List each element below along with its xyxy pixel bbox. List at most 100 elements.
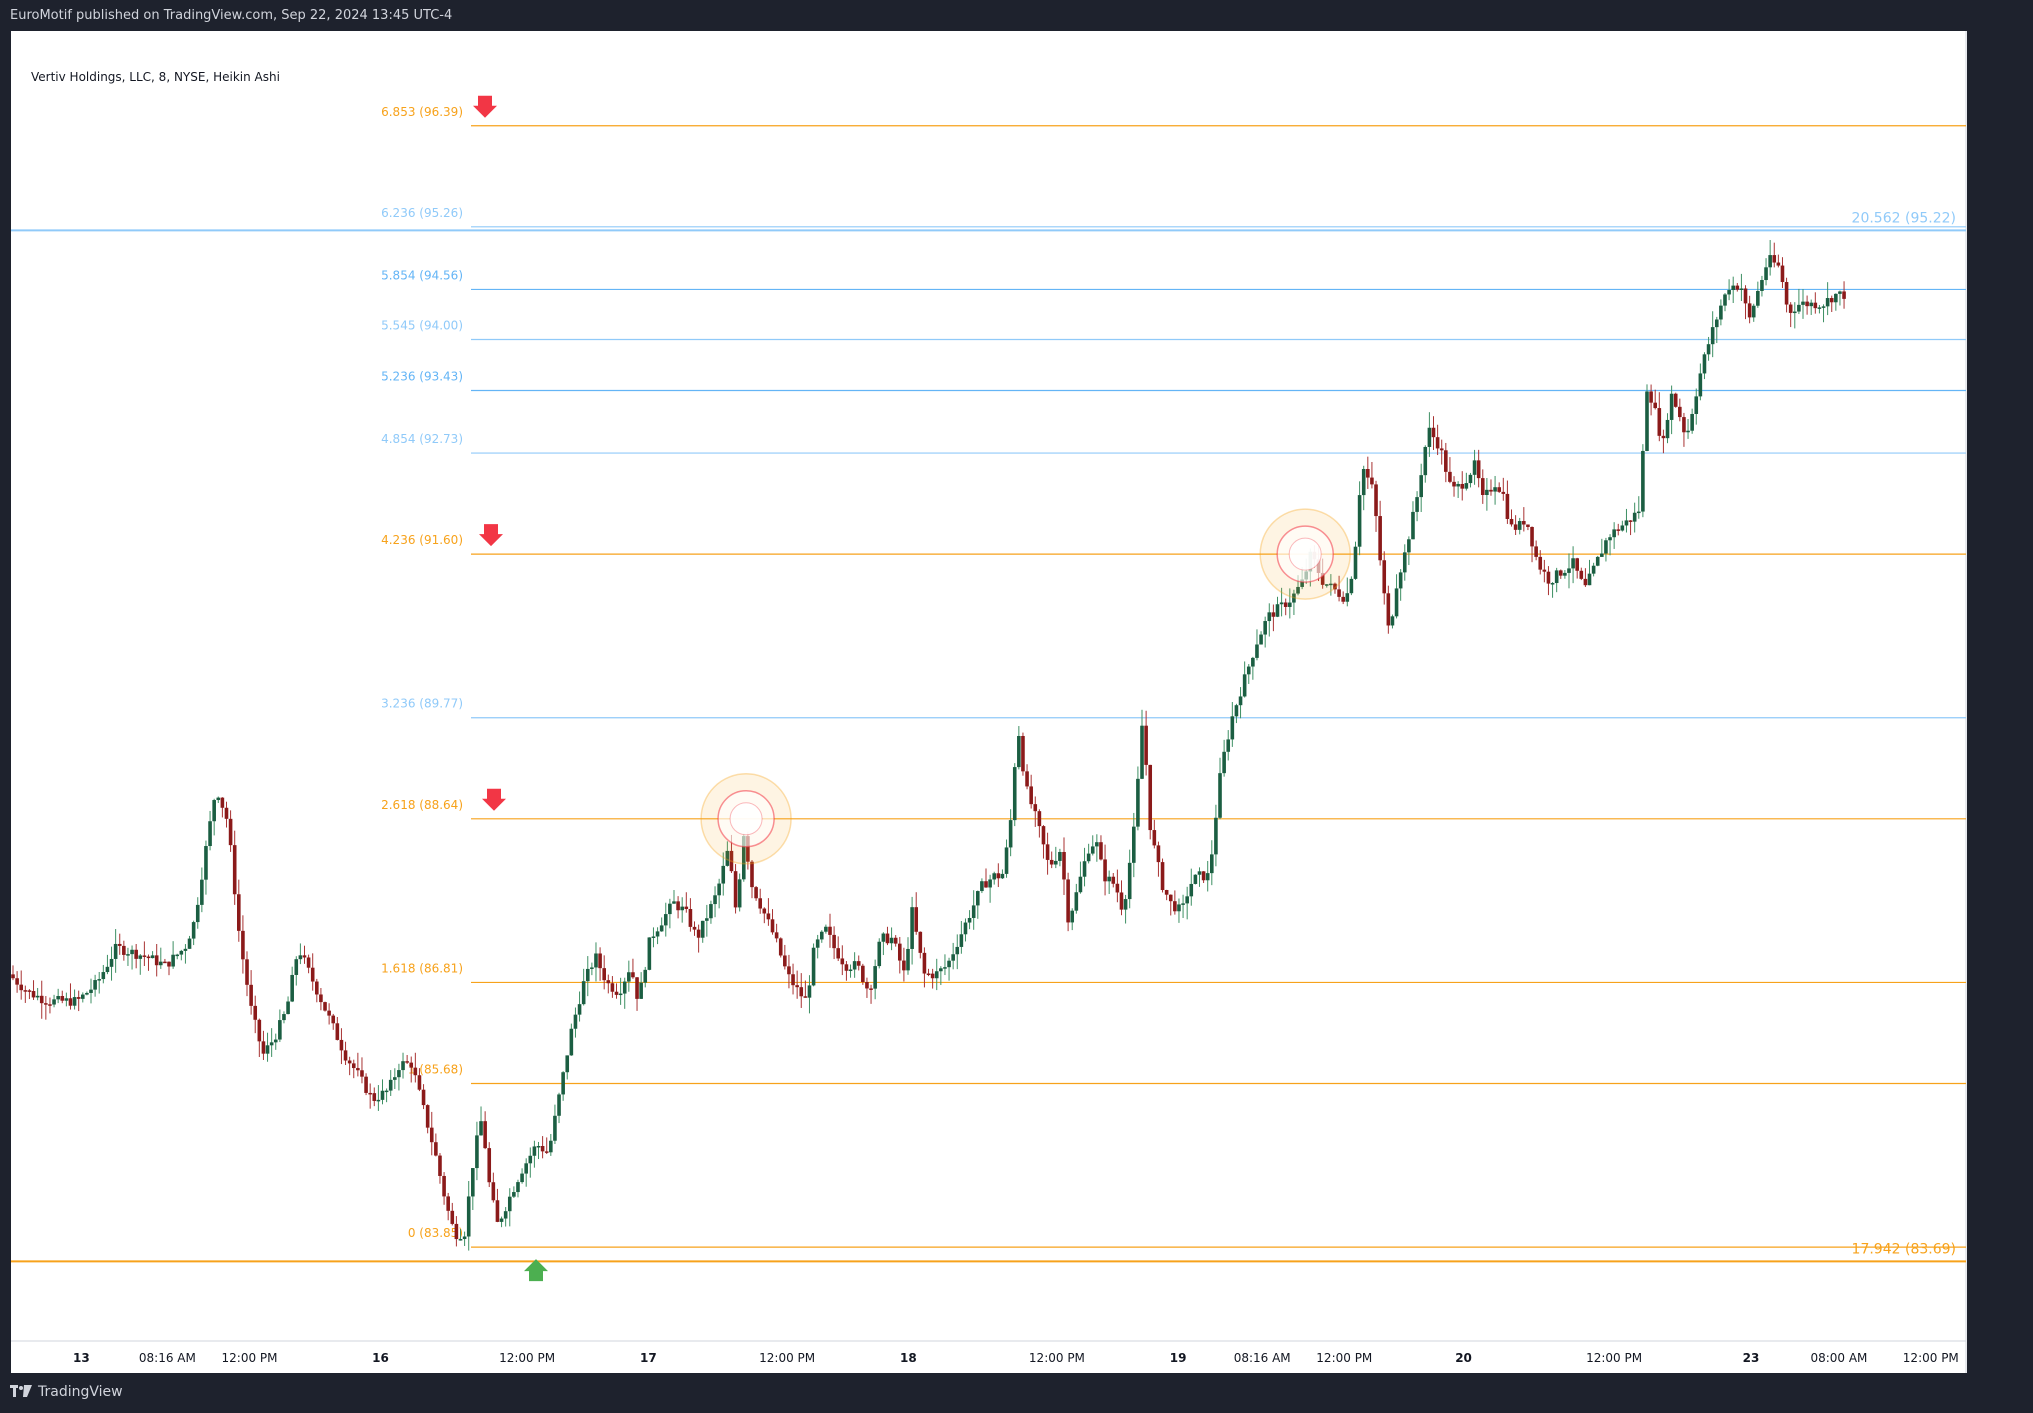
candle-body (1439, 448, 1444, 451)
candle-body (1678, 406, 1682, 418)
candle-body (627, 972, 631, 982)
candle-body (828, 926, 832, 935)
candle-body (438, 1155, 442, 1176)
time-tick-label: 08:00 AM (1810, 1351, 1867, 1365)
tradingview-logo[interactable]: TradingView (10, 1384, 123, 1400)
candle-body (1772, 255, 1777, 263)
candle-body (1259, 634, 1263, 645)
candle-body (310, 967, 315, 982)
candle-body (1583, 578, 1588, 586)
candle-body (975, 891, 980, 906)
candle-body (1493, 487, 1497, 492)
candle-body (434, 1142, 438, 1156)
candle-body (1353, 546, 1358, 579)
candle-body (31, 991, 36, 998)
candle-body (1374, 484, 1378, 517)
candle-body (1177, 904, 1181, 912)
candle-body (167, 961, 171, 967)
candle-body (1226, 739, 1231, 752)
candle-body (791, 974, 795, 986)
candle-body (1505, 493, 1510, 519)
candle-body (405, 1061, 409, 1063)
candle-body (471, 1168, 475, 1197)
candle-body (319, 994, 323, 1003)
candle-body (64, 998, 69, 1001)
candle-body (80, 994, 85, 999)
candle-body (520, 1173, 524, 1183)
candle-body (1435, 437, 1440, 449)
candle-body (479, 1121, 483, 1136)
candle-body (1788, 304, 1793, 313)
candle-body (1710, 327, 1715, 345)
candle-body (1723, 294, 1727, 306)
candle-body (1563, 572, 1567, 576)
candle-body (507, 1196, 512, 1212)
candle-body (1567, 568, 1571, 573)
extension-level-label: 20.562 (95.22) (1852, 210, 1956, 226)
symbol-info[interactable]: Vertiv Holdings, LLC, 8, NYSE, Heikin As… (31, 70, 280, 84)
candle-body (655, 931, 660, 937)
candle-body (241, 930, 245, 960)
candle-body (60, 995, 65, 1001)
candle-body (1616, 529, 1621, 531)
candle-body (943, 967, 947, 969)
candle-body (1632, 512, 1637, 522)
candle-body (1813, 302, 1818, 309)
candle-body (659, 925, 664, 932)
candle-body (528, 1155, 533, 1164)
candle-body (1033, 804, 1038, 812)
candle-body (1714, 319, 1719, 328)
chart-panel[interactable]: 6.853 (96.39) 6.236 (95.26) 5.854 (94.56) 5… (11, 31, 1967, 1373)
candle-body (1366, 469, 1370, 478)
candle-body (232, 845, 237, 895)
candle-body (1591, 565, 1596, 574)
candle-body (1197, 871, 1202, 875)
candle-body (450, 1210, 455, 1224)
candle-body (306, 957, 311, 968)
fib-extension-levels[interactable]: 6.853 (96.39) 6.236 (95.26) 5.854 (94.56) 5… (11, 105, 1966, 1263)
time-tick-label: 12:00 PM (1316, 1351, 1372, 1365)
axes[interactable]: 97.0096.5096.0095.5095.0094.5094.0093.50… (73, 64, 1967, 1365)
candle-body (1464, 483, 1469, 489)
candle-body (1152, 830, 1157, 846)
candle-body (269, 1042, 274, 1046)
candle-body (195, 904, 200, 923)
candle-body (1554, 570, 1559, 584)
candle-body (852, 961, 857, 970)
candle-body (832, 934, 836, 949)
candle-body (1764, 267, 1768, 281)
candle-body (1275, 604, 1280, 617)
candle-body (163, 961, 167, 964)
candle-body (1004, 847, 1009, 874)
candle-body (939, 968, 943, 972)
time-tick-label: 19 (1170, 1351, 1187, 1365)
fib-level-label: 5.236 (93.43) (381, 369, 463, 383)
candle-body (565, 1055, 570, 1073)
fib-level-label: 5.545 (94.00) (381, 318, 463, 332)
candle-body (733, 871, 738, 908)
candle-body (315, 981, 319, 995)
candle-body (885, 933, 890, 944)
time-tick-label: 12:00 PM (759, 1351, 815, 1365)
candle-body (1690, 413, 1694, 431)
candle-body (1021, 736, 1025, 772)
candle-body (1821, 306, 1826, 308)
candle-body (249, 984, 253, 1006)
price-chart[interactable]: 6.853 (96.39) 6.236 (95.26) 5.854 (94.56) 5… (11, 31, 1967, 1373)
candle-body (750, 861, 754, 888)
time-tick-label: 12:00 PM (1586, 1351, 1642, 1365)
candle-body (947, 960, 951, 968)
candle-body (897, 943, 902, 961)
candle-body (1673, 393, 1678, 407)
candle-body (955, 946, 960, 955)
candle-body (1743, 288, 1748, 304)
signal-arrows (473, 95, 548, 1282)
highlight-circles (700, 508, 1351, 865)
candle-body (11, 974, 15, 979)
candle-body (1279, 602, 1284, 605)
time-tick-label: 12:00 PM (1029, 1351, 1085, 1365)
candle-body (524, 1163, 528, 1174)
candle-body (1509, 518, 1514, 525)
candle-body (446, 1196, 450, 1211)
candle-body (569, 1028, 574, 1056)
